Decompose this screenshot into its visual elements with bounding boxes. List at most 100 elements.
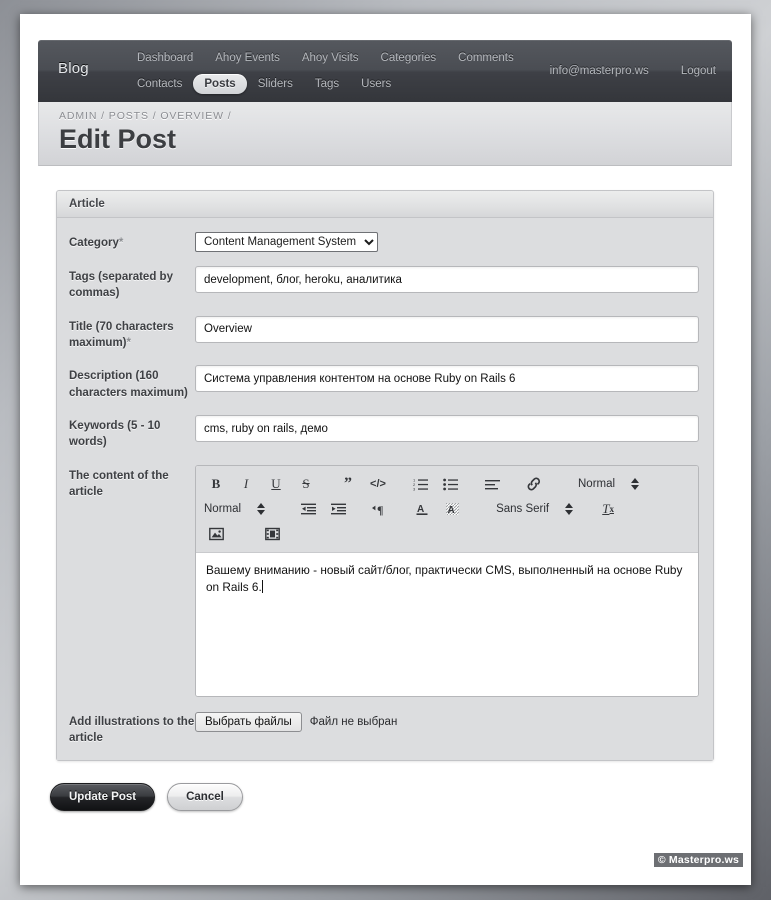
tags-input[interactable] — [195, 266, 699, 294]
font-picker[interactable]: Sans Serif — [496, 503, 574, 516]
label-description: Description (160 characters maximum) — [69, 370, 188, 399]
article-form: Category* Content Management System Tags… — [57, 218, 713, 761]
text-caret — [261, 580, 263, 594]
link-icon[interactable] — [522, 473, 546, 495]
control-description — [195, 365, 699, 393]
nav-item-dashboard[interactable]: Dashboard — [126, 48, 204, 68]
nav-item-comments[interactable]: Comments — [447, 48, 525, 68]
admin-app: Blog Dashboard Ahoy Events Ahoy Visits C… — [38, 40, 732, 860]
nav-links: Dashboard Ahoy Events Ahoy Visits Catego… — [126, 45, 556, 97]
font-picker-label: Sans Serif — [496, 503, 550, 516]
editor-toolbar: B I U S ” </> 1 2 3 Normal Normal ¶ A A … — [196, 465, 698, 553]
keywords-input[interactable] — [195, 415, 699, 443]
nav-row-2: Contacts Posts Sliders Tags Users — [126, 71, 556, 97]
label-keywords: Keywords (5 - 10 words) — [69, 420, 161, 449]
nav-item-contacts[interactable]: Contacts — [126, 74, 193, 94]
toolbar-row-1: B I U S ” </> 1 2 3 Normal — [204, 472, 692, 497]
logout-link[interactable]: Logout — [679, 61, 718, 81]
underline-icon[interactable]: U — [264, 473, 288, 495]
insert-image-icon[interactable] — [204, 523, 228, 545]
category-select[interactable]: Content Management System — [195, 232, 378, 253]
toolbar-row-3 — [204, 522, 692, 547]
rich-text-editor: B I U S ” </> 1 2 3 Normal Normal ¶ A A … — [195, 464, 699, 697]
svg-text:¶: ¶ — [377, 503, 383, 516]
account-email[interactable]: info@masterpro.ws — [548, 61, 651, 81]
label-tags: Tags (separated by commas) — [69, 271, 173, 300]
ordered-list-icon[interactable]: 123 — [408, 473, 432, 495]
nav-item-sliders[interactable]: Sliders — [247, 74, 304, 94]
blockquote-icon[interactable]: ” — [336, 473, 360, 495]
bold-icon[interactable]: B — [204, 473, 228, 495]
brand-logo[interactable]: Blog — [58, 60, 89, 77]
indent-icon[interactable] — [326, 498, 350, 520]
cancel-button[interactable]: Cancel — [167, 783, 243, 812]
form-row-tags: Tags (separated by commas) — [69, 266, 699, 302]
form-row-content: The content of the article B I U S ” </>… — [69, 464, 699, 697]
label-title-text: Title (70 characters maximum) — [69, 320, 174, 350]
article-panel-title: Article — [69, 198, 105, 211]
text-direction-icon[interactable]: ¶ — [368, 498, 392, 520]
chevron-updown-icon-font — [565, 503, 574, 516]
strikethrough-icon[interactable]: S — [294, 473, 318, 495]
header-picker[interactable]: Normal — [578, 478, 640, 491]
nav-row-1: Dashboard Ahoy Events Ahoy Visits Catego… — [126, 45, 556, 71]
size-picker[interactable]: Normal — [204, 503, 266, 516]
clear-formatting-icon[interactable]: Tx — [596, 498, 620, 520]
control-keywords — [195, 415, 699, 443]
svg-text:3: 3 — [413, 487, 416, 492]
nav-item-posts[interactable]: Posts — [193, 74, 247, 94]
form-row-description: Description (160 characters maximum) — [69, 365, 699, 401]
code-block-icon[interactable]: </> — [366, 473, 390, 495]
outdent-icon[interactable] — [296, 498, 320, 520]
top-navbar: Blog Dashboard Ahoy Events Ahoy Visits C… — [38, 40, 732, 102]
italic-icon[interactable]: I — [234, 473, 258, 495]
file-status-text: Файл не выбран — [309, 715, 398, 728]
editor-paragraph: Вашему вниманию - новый сайт/блог, практ… — [206, 562, 683, 595]
toolbar-row-2: Normal ¶ A A Sans Serif T x — [204, 497, 692, 522]
form-actions: Update Post Cancel — [38, 761, 732, 812]
description-input[interactable] — [195, 365, 699, 393]
nav-item-tags[interactable]: Tags — [304, 74, 350, 94]
svg-text:A: A — [447, 505, 454, 516]
required-mark-category: * — [118, 237, 124, 250]
size-picker-label: Normal — [204, 503, 242, 516]
control-title — [195, 315, 699, 343]
insert-video-icon[interactable] — [260, 523, 284, 545]
page-sheet: Blog Dashboard Ahoy Events Ahoy Visits C… — [20, 14, 751, 885]
nav-item-ahoy-visits[interactable]: Ahoy Visits — [291, 48, 370, 68]
nav-item-users[interactable]: Users — [350, 74, 402, 94]
form-row-illustrations: Add illustrations to the article Выбрать… — [69, 711, 699, 747]
bullet-list-icon[interactable] — [438, 473, 462, 495]
editor-content-area[interactable]: Вашему вниманию - новый сайт/блог, практ… — [196, 552, 698, 696]
chevron-updown-icon-header — [631, 478, 640, 491]
control-tags — [195, 266, 699, 294]
control-content: B I U S ” </> 1 2 3 Normal Normal ¶ A A … — [195, 464, 699, 697]
watermark: © Masterpro.ws — [653, 853, 743, 867]
nav-item-categories[interactable]: Categories — [370, 48, 448, 68]
page-title: Edit Post — [59, 124, 177, 154]
form-row-category: Category* Content Management System — [69, 232, 699, 253]
text-color-icon[interactable]: A — [410, 498, 434, 520]
breadcrumb[interactable]: ADMIN / POSTS / OVERVIEW / — [59, 110, 731, 122]
label-illustrations: Add illustrations to the article — [69, 715, 195, 744]
label-category: Category* — [69, 232, 195, 251]
content-area: Article Category* Content Management Sys… — [38, 166, 732, 812]
chevron-updown-icon-size — [257, 503, 266, 516]
form-row-title: Title (70 characters maximum)* — [69, 315, 699, 352]
svg-text:A: A — [417, 504, 424, 515]
required-mark-title: * — [126, 337, 132, 350]
control-illustrations: Выбрать файлы Файл не выбран — [195, 711, 699, 732]
align-icon[interactable] — [480, 473, 504, 495]
control-category: Content Management System — [195, 232, 699, 253]
title-input[interactable] — [195, 315, 699, 343]
nav-item-ahoy-events[interactable]: Ahoy Events — [204, 48, 291, 68]
label-title: Title (70 characters maximum)* — [69, 316, 195, 352]
article-panel-header: Article — [57, 191, 713, 219]
label-category-text: Category — [69, 237, 119, 250]
background-color-icon[interactable]: A — [440, 498, 464, 520]
update-post-button[interactable]: Update Post — [50, 783, 156, 812]
choose-files-button[interactable]: Выбрать файлы — [195, 711, 302, 732]
header-picker-label: Normal — [578, 478, 616, 491]
page-header-band: ADMIN / POSTS / OVERVIEW / Edit Post — [38, 102, 732, 167]
article-panel: Article Category* Content Management Sys… — [56, 190, 714, 762]
